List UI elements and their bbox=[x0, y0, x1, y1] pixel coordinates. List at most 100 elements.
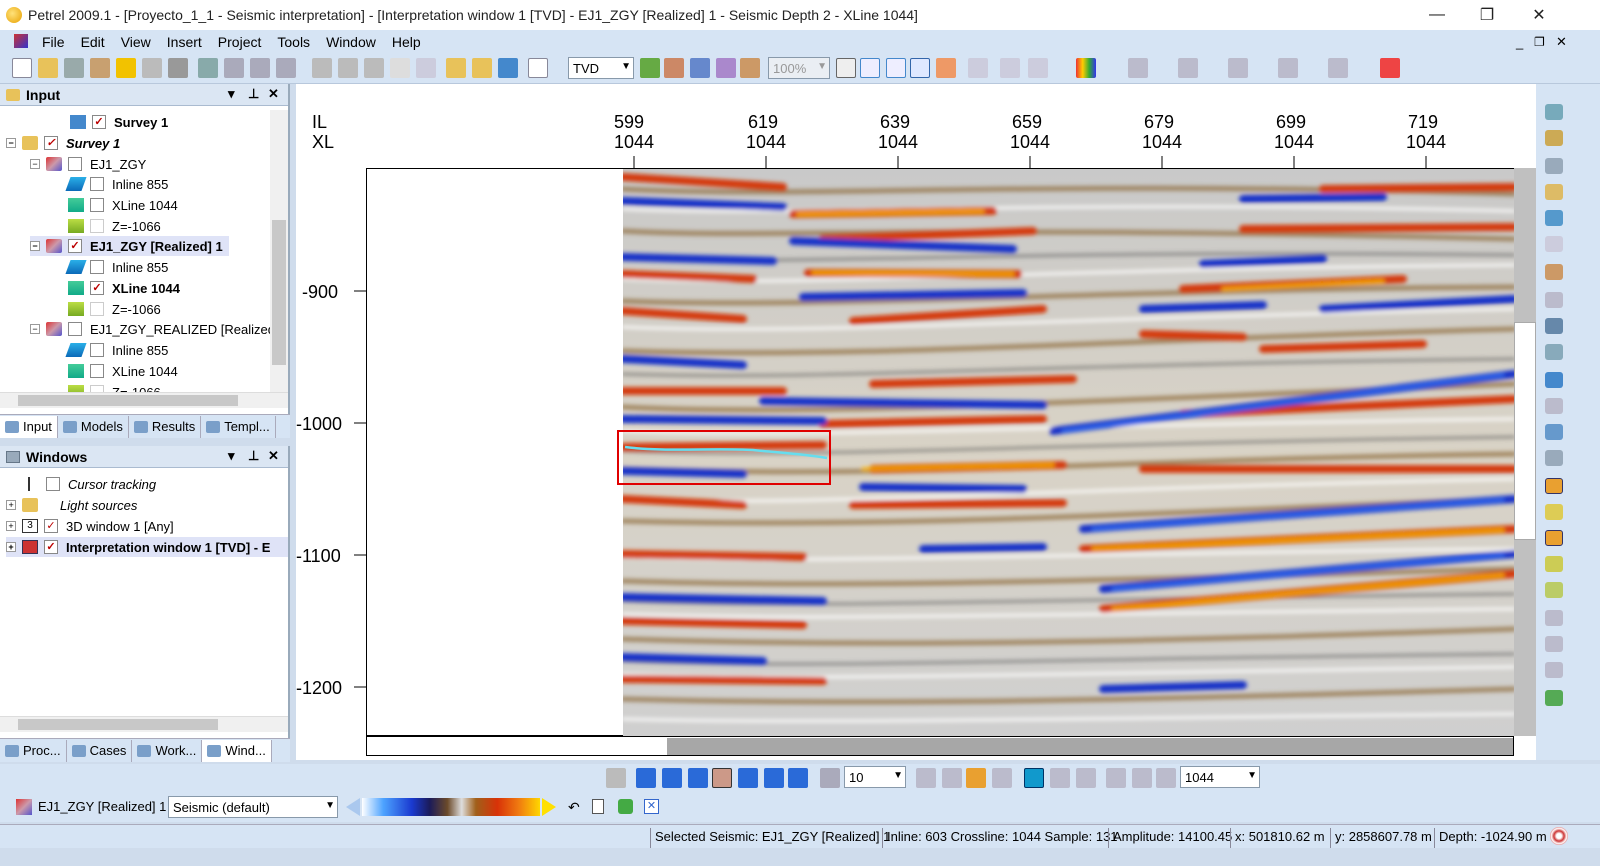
checkbox[interactable]: ✓ bbox=[44, 540, 58, 554]
select-region-icon[interactable] bbox=[1545, 292, 1563, 308]
workflow-icon[interactable] bbox=[90, 58, 110, 78]
colorbar-right-arrow-icon[interactable] bbox=[542, 798, 556, 816]
zoom-box-icon[interactable] bbox=[1545, 210, 1563, 226]
stop-gray-icon[interactable] bbox=[606, 768, 626, 788]
panel-menu-icon[interactable]: ▾ bbox=[228, 86, 235, 102]
tree-item-inline[interactable]: Inline 855 bbox=[65, 340, 168, 360]
properties-icon[interactable] bbox=[416, 58, 436, 78]
windows-horizontal-scrollbar[interactable] bbox=[0, 716, 288, 732]
new-icon[interactable] bbox=[12, 58, 32, 78]
mdi-minimize-icon[interactable]: _ bbox=[1516, 35, 1523, 50]
guided-tracking-icon[interactable] bbox=[1545, 504, 1563, 520]
delete-icon[interactable] bbox=[390, 58, 410, 78]
autotrack-icon[interactable] bbox=[1545, 424, 1563, 440]
fit-vertical-icon[interactable] bbox=[886, 58, 906, 78]
checkbox[interactable] bbox=[68, 322, 82, 336]
viewport-horizontal-scrollbar[interactable] bbox=[366, 736, 1514, 756]
undo-icon[interactable] bbox=[198, 58, 218, 78]
color-table-icon[interactable] bbox=[1076, 58, 1096, 78]
paste-icon[interactable] bbox=[364, 58, 384, 78]
window-item-3d-window[interactable]: + 3 ✓ 3D window 1 [Any] bbox=[6, 516, 174, 536]
menu-insert[interactable]: Insert bbox=[159, 34, 210, 50]
checkbox[interactable]: ✓ bbox=[90, 281, 104, 295]
redo-icon[interactable] bbox=[224, 58, 244, 78]
tree-item-zslice[interactable]: Z=-1066 bbox=[68, 216, 161, 236]
checkbox[interactable] bbox=[68, 157, 82, 171]
collapse-icon[interactable]: − bbox=[30, 159, 40, 169]
step-select[interactable]: 10 ▼ bbox=[844, 766, 906, 788]
collapse-icon[interactable]: − bbox=[30, 324, 40, 334]
pen-delete-icon[interactable] bbox=[1156, 768, 1176, 788]
save-as-icon[interactable] bbox=[142, 58, 162, 78]
step-settings-icon[interactable] bbox=[820, 768, 840, 788]
panel-close-icon[interactable]: ✕ bbox=[268, 448, 279, 464]
history-icon[interactable] bbox=[250, 58, 270, 78]
menu-window[interactable]: Window bbox=[318, 34, 384, 50]
collapse-icon[interactable]: − bbox=[30, 241, 40, 251]
checkbox[interactable] bbox=[46, 477, 60, 491]
play-icon[interactable] bbox=[738, 768, 758, 788]
pick-icon[interactable] bbox=[1545, 264, 1563, 280]
checkbox[interactable]: ✓ bbox=[68, 239, 82, 253]
merge-icon[interactable] bbox=[1545, 636, 1563, 652]
window-item-cursor-tracking[interactable]: Cursor tracking bbox=[28, 474, 156, 494]
smooth-icon[interactable] bbox=[1545, 662, 1563, 678]
restore-button[interactable]: ❐ bbox=[1464, 0, 1510, 30]
tool-expand-icon[interactable] bbox=[1545, 104, 1563, 120]
horizon-tool-icon[interactable] bbox=[1545, 398, 1563, 414]
close-colortable-icon[interactable]: ✕ bbox=[644, 799, 659, 814]
slice-icon[interactable] bbox=[916, 768, 936, 788]
play-back-icon[interactable] bbox=[688, 768, 708, 788]
tree-item-survey[interactable]: ✓ Survey 1 bbox=[70, 112, 168, 132]
tree-item-zslice[interactable]: Z=-1066 bbox=[68, 299, 161, 319]
home-icon[interactable] bbox=[936, 58, 956, 78]
mdi-close-icon[interactable]: ✕ bbox=[1556, 34, 1567, 50]
random-line-icon[interactable] bbox=[942, 768, 962, 788]
menu-project[interactable]: Project bbox=[210, 34, 270, 50]
window-item-light-sources[interactable]: + Light sources bbox=[6, 495, 137, 515]
colorbar-left-arrow-icon[interactable] bbox=[346, 798, 360, 816]
zoom-tool-icon[interactable] bbox=[1545, 158, 1563, 174]
pen-icon[interactable] bbox=[1106, 768, 1126, 788]
collapse-icon[interactable]: − bbox=[6, 138, 16, 148]
copy-icon[interactable] bbox=[338, 58, 358, 78]
minimize-button[interactable]: — bbox=[1414, 0, 1460, 30]
percent-icon[interactable] bbox=[836, 58, 856, 78]
manual-tracking-icon[interactable] bbox=[1545, 530, 1563, 546]
tree-item-survey-folder[interactable]: − ✓ Survey 1 bbox=[6, 133, 120, 153]
spreadsheet-icon[interactable] bbox=[498, 58, 518, 78]
layout-icon[interactable] bbox=[1028, 58, 1048, 78]
seeded-tracking-icon[interactable] bbox=[1545, 478, 1563, 494]
fault-icon[interactable] bbox=[1545, 318, 1563, 334]
scrollbar-thumb[interactable] bbox=[667, 738, 1513, 755]
undo-colortable-icon[interactable]: ↶ bbox=[568, 799, 580, 816]
tree-item-inline[interactable]: Inline 855 bbox=[65, 174, 168, 194]
print-icon[interactable] bbox=[168, 58, 188, 78]
expand-icon[interactable]: + bbox=[6, 542, 16, 552]
tab-processes[interactable]: Proc... bbox=[0, 739, 67, 762]
crosshair-icon[interactable] bbox=[1228, 58, 1248, 78]
folder-open-icon[interactable] bbox=[472, 58, 492, 78]
measure-icon[interactable] bbox=[1545, 184, 1563, 200]
table-icon[interactable] bbox=[1178, 58, 1198, 78]
fit-all-icon[interactable] bbox=[910, 58, 930, 78]
view-all-icon[interactable] bbox=[640, 58, 660, 78]
refresh-icon[interactable] bbox=[276, 58, 296, 78]
checkbox[interactable] bbox=[90, 219, 104, 233]
ruler-icon[interactable] bbox=[1278, 58, 1298, 78]
open-folder-icon[interactable] bbox=[38, 58, 58, 78]
globe-icon[interactable] bbox=[1545, 372, 1563, 388]
line-number-select[interactable]: 1044 ▼ bbox=[1180, 766, 1260, 788]
flip-icon[interactable] bbox=[1050, 768, 1070, 788]
paste-view-icon[interactable] bbox=[740, 58, 760, 78]
text-abc-icon[interactable] bbox=[1380, 58, 1400, 78]
new-colortable-icon[interactable] bbox=[592, 799, 604, 814]
tab-results[interactable]: Results bbox=[129, 415, 202, 438]
checkbox[interactable]: ✓ bbox=[92, 115, 106, 129]
cursor-tool-icon[interactable] bbox=[1545, 450, 1563, 466]
panel-menu-icon[interactable]: ▾ bbox=[228, 448, 235, 464]
list-icon[interactable] bbox=[1328, 58, 1348, 78]
tab-models[interactable]: Models bbox=[58, 415, 129, 438]
close-button[interactable]: ✕ bbox=[1516, 0, 1562, 30]
tree-item-xline[interactable]: XLine 1044 bbox=[68, 361, 178, 381]
